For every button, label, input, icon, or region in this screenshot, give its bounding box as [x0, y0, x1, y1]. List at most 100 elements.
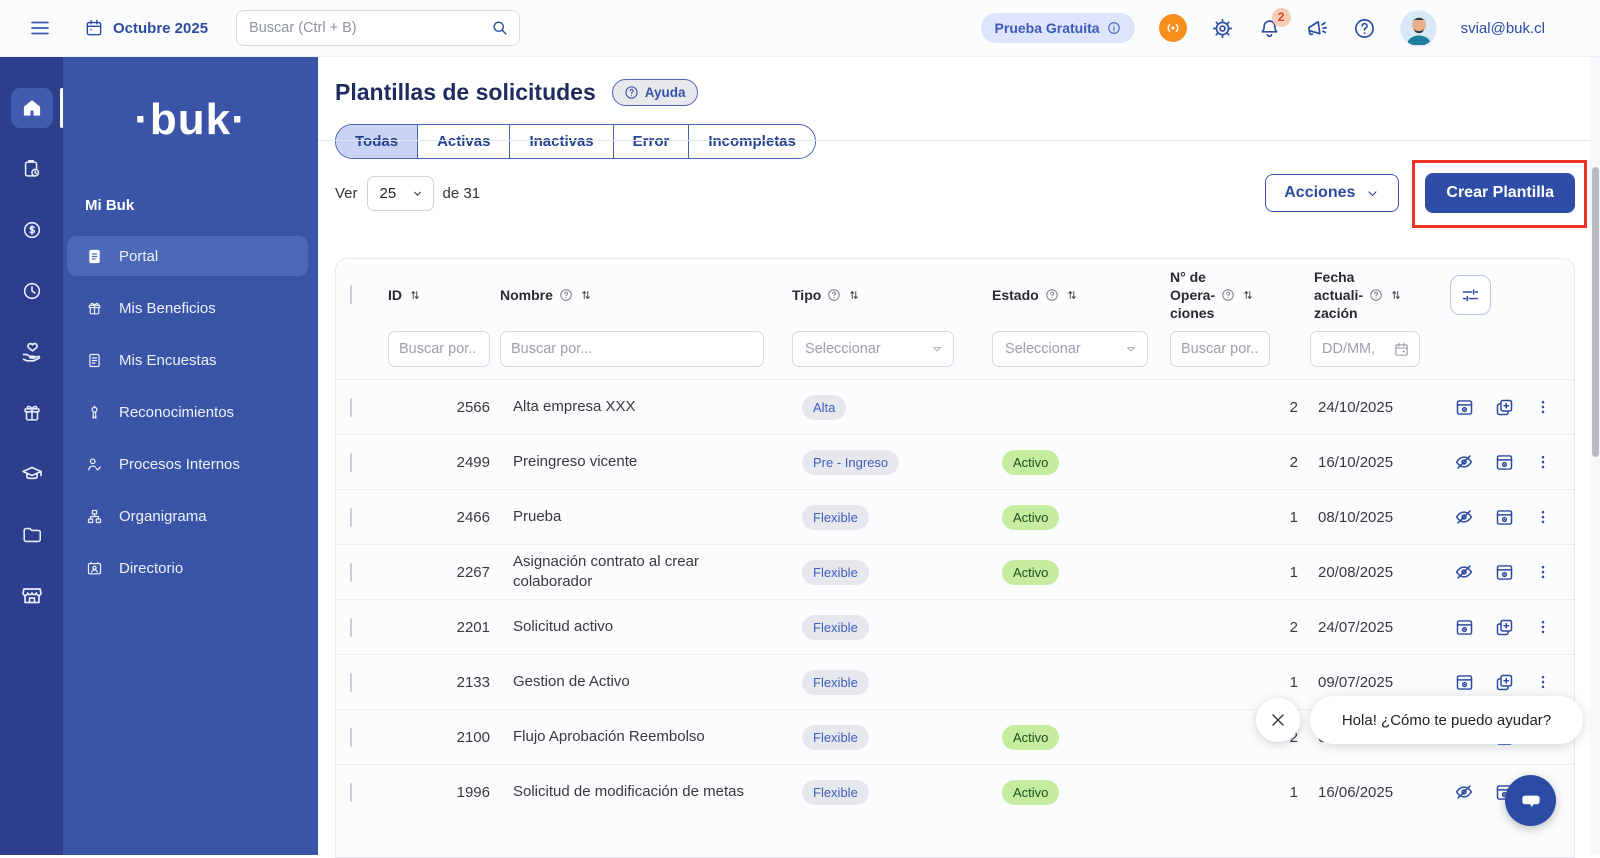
announcements-megaphone-icon[interactable]: [1305, 16, 1329, 40]
chat-fab-button[interactable]: [1505, 775, 1556, 826]
user-avatar[interactable]: [1400, 10, 1437, 47]
tab-inactivas[interactable]: Inactivas: [509, 125, 612, 158]
settings-gear-icon[interactable]: [1211, 17, 1234, 40]
sort-icon[interactable]: [579, 288, 593, 302]
tab-error[interactable]: Error: [613, 125, 689, 158]
row-checkbox[interactable]: [350, 673, 352, 692]
row-menu-kebab-icon[interactable]: [1534, 398, 1552, 416]
page-size-select[interactable]: 25: [367, 176, 434, 211]
row-menu-kebab-icon[interactable]: [1534, 618, 1552, 636]
row-menu-kebab-icon[interactable]: [1534, 673, 1552, 691]
help-icon[interactable]: [1353, 17, 1376, 40]
sidebar-item-mis-encuestas[interactable]: Mis Encuestas: [67, 340, 308, 380]
rail-home-icon[interactable]: [11, 88, 53, 128]
table-row[interactable]: 2267 Asignación contrato al crear colabo…: [336, 544, 1574, 599]
help-button[interactable]: Ayuda: [612, 79, 698, 106]
preview-icon[interactable]: [1494, 507, 1515, 528]
scrollbar-thumb[interactable]: [1592, 167, 1599, 457]
notifications-bell-icon[interactable]: 2: [1258, 17, 1281, 40]
create-template-button[interactable]: Crear Plantilla: [1425, 173, 1575, 213]
rail-gift-icon[interactable]: [11, 393, 53, 433]
rail-benefits-hand-heart-icon[interactable]: [11, 332, 53, 372]
filter-estado-select[interactable]: Seleccionar: [992, 331, 1148, 367]
help-circle-icon[interactable]: [827, 288, 841, 302]
global-search-input[interactable]: [236, 10, 520, 46]
duplicate-icon[interactable]: [1494, 397, 1515, 418]
trial-badge[interactable]: Prueba Gratuita: [981, 13, 1135, 43]
sort-icon[interactable]: [1389, 288, 1403, 302]
filter-id-input[interactable]: [388, 331, 490, 367]
sort-icon[interactable]: [1065, 288, 1079, 302]
row-nombre: Asignación contrato al crear colaborador: [500, 552, 792, 593]
help-circle-icon[interactable]: [1221, 288, 1235, 302]
hide-eye-slash-icon[interactable]: [1453, 561, 1475, 583]
buk-logo: ·buk·: [63, 95, 318, 145]
period-selector[interactable]: Octubre 2025: [84, 18, 208, 38]
caret-down-icon: [931, 343, 943, 355]
sidebar-item-reconocimientos[interactable]: Reconocimientos: [67, 392, 308, 432]
page-title: Plantillas de solicitudes: [335, 79, 596, 106]
tab-todas[interactable]: Todas: [336, 125, 417, 158]
page-scrollbar[interactable]: [1590, 57, 1600, 855]
tab-activas[interactable]: Activas: [417, 125, 509, 158]
sidebar-item-organigrama[interactable]: Organigrama: [67, 496, 308, 536]
row-tipo-badge: Flexible: [802, 670, 869, 695]
duplicate-icon[interactable]: [1494, 672, 1515, 693]
filter-fecha-input[interactable]: DD/MM,: [1310, 331, 1420, 367]
row-checkbox[interactable]: [350, 728, 352, 747]
sort-icon[interactable]: [847, 288, 861, 302]
rail-company-store-icon[interactable]: [11, 576, 53, 616]
sidebar-item-portal[interactable]: Portal: [67, 236, 308, 276]
table-row[interactable]: 2201 Solicitud activo Flexible 2 24/07/2…: [336, 599, 1574, 654]
row-menu-kebab-icon[interactable]: [1534, 508, 1552, 526]
table-row[interactable]: 2566 Alta empresa XXX Alta 2 24/10/2025: [336, 379, 1574, 434]
user-email[interactable]: svial@buk.cl: [1461, 20, 1545, 37]
row-checkbox[interactable]: [350, 563, 352, 582]
row-checkbox[interactable]: [350, 618, 352, 637]
row-menu-kebab-icon[interactable]: [1534, 453, 1552, 471]
duplicate-icon[interactable]: [1494, 617, 1515, 638]
hide-eye-slash-icon[interactable]: [1453, 506, 1475, 528]
hide-eye-slash-icon[interactable]: [1453, 781, 1475, 803]
preview-icon[interactable]: [1494, 452, 1515, 473]
row-checkbox[interactable]: [350, 453, 352, 472]
sidebar-item-mis-beneficios[interactable]: Mis Beneficios: [67, 288, 308, 328]
hamburger-menu-icon[interactable]: [28, 16, 52, 40]
sort-icon[interactable]: [1241, 288, 1255, 302]
column-settings-button[interactable]: [1450, 275, 1491, 315]
preview-icon[interactable]: [1454, 672, 1475, 693]
chat-close-button[interactable]: [1256, 698, 1300, 742]
chat-greeting-bubble[interactable]: Hola! ¿Cómo te puedo ayudar?: [1310, 696, 1583, 744]
row-estado-badge: Activo: [1002, 725, 1059, 750]
actions-button[interactable]: Acciones: [1265, 174, 1399, 212]
row-checkbox[interactable]: [350, 783, 352, 802]
sort-icon[interactable]: [408, 288, 422, 302]
filter-operaciones-input[interactable]: [1170, 331, 1270, 367]
rail-training-cap-icon[interactable]: [11, 454, 53, 494]
select-all-checkbox[interactable]: [350, 285, 352, 304]
row-checkbox[interactable]: [350, 508, 352, 527]
help-circle-icon[interactable]: [1369, 288, 1383, 302]
search-icon[interactable]: [490, 18, 510, 38]
table-row[interactable]: 1996 Solicitud de modificación de metas …: [336, 764, 1574, 819]
broadcast-icon[interactable]: [1159, 14, 1187, 42]
tab-incompletas[interactable]: Incompletas: [688, 125, 815, 158]
help-circle-icon[interactable]: [1045, 288, 1059, 302]
sidebar-item-procesos-internos[interactable]: Procesos Internos: [67, 444, 308, 484]
preview-icon[interactable]: [1494, 562, 1515, 583]
row-menu-kebab-icon[interactable]: [1534, 563, 1552, 581]
rail-documents-folder-icon[interactable]: [11, 515, 53, 555]
preview-icon[interactable]: [1454, 397, 1475, 418]
rail-tasks-clipboard-icon[interactable]: [11, 149, 53, 189]
rail-payments-icon[interactable]: [11, 210, 53, 250]
rail-time-clock-icon[interactable]: [11, 271, 53, 311]
preview-icon[interactable]: [1454, 617, 1475, 638]
table-row[interactable]: 2466 Prueba Flexible Activo 1 08/10/2025: [336, 489, 1574, 544]
sidebar-item-directorio[interactable]: Directorio: [67, 548, 308, 588]
filter-tipo-select[interactable]: Seleccionar: [792, 331, 954, 367]
filter-nombre-input[interactable]: [500, 331, 764, 367]
hide-eye-slash-icon[interactable]: [1453, 451, 1475, 473]
row-checkbox[interactable]: [350, 398, 352, 417]
table-row[interactable]: 2499 Preingreso vicente Pre - Ingreso Ac…: [336, 434, 1574, 489]
help-circle-icon[interactable]: [559, 288, 573, 302]
